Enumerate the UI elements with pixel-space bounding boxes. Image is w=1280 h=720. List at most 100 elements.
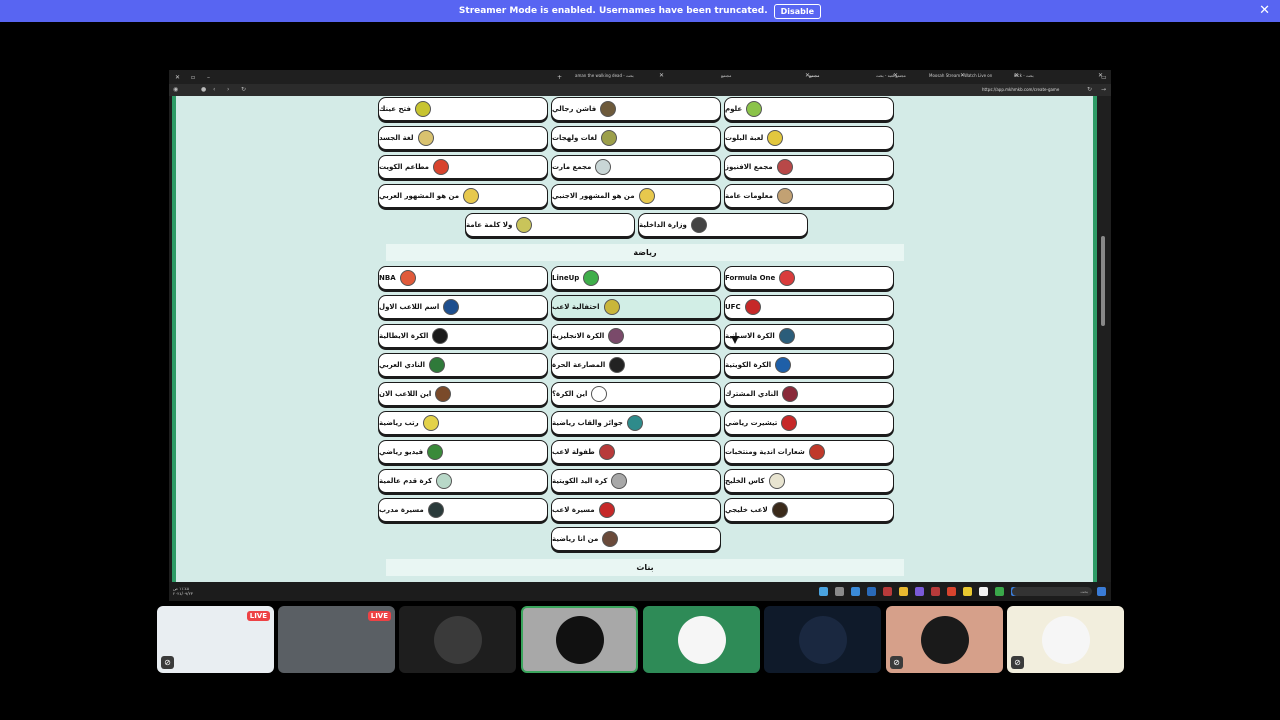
category-card[interactable]: فتح عينك: [378, 97, 548, 121]
browser-tab[interactable]: مجتمع: [721, 73, 791, 81]
banner-text: Streamer Mode is enabled. Usernames have…: [458, 6, 768, 16]
taskbar-app-icon[interactable]: [851, 587, 860, 596]
tab-close-icon[interactable]: ✕: [659, 72, 664, 79]
category-label: الكرة الايطالية: [379, 332, 429, 340]
minimize-icon[interactable]: –: [207, 74, 210, 81]
category-card[interactable]: NBA: [378, 266, 548, 290]
forward-icon[interactable]: ›: [227, 86, 229, 93]
category-card[interactable]: النادي المشترك: [724, 382, 894, 406]
browser-tab[interactable]: Moosah Stream - Watch Live on: [929, 73, 1009, 81]
category-card[interactable]: مسيرة لاعب: [551, 498, 721, 522]
avatar: [555, 615, 604, 664]
participant-tile[interactable]: [643, 606, 760, 673]
category-card[interactable]: الكرة الايطالية: [378, 324, 548, 348]
category-card[interactable]: علوم: [724, 97, 894, 121]
category-card[interactable]: مطاعم الكويت: [378, 155, 548, 179]
address-bar: ◉ ● ‹ › ↻ https://app.mkhmkb.com/create-…: [169, 84, 1111, 96]
category-card[interactable]: لغات ولهجات: [551, 126, 721, 150]
category-card[interactable]: كاس الخليج: [724, 469, 894, 493]
category-card[interactable]: تيشيرت رياضي: [724, 411, 894, 435]
participant-tile[interactable]: ⊘: [1007, 606, 1124, 673]
category-card[interactable]: لغة الجسد: [378, 126, 548, 150]
restore-icon[interactable]: ▫: [191, 74, 195, 81]
taskbar-app-icon[interactable]: [867, 587, 876, 596]
taskbar-app-icon[interactable]: [947, 587, 956, 596]
taskbar-app-icon[interactable]: [835, 587, 844, 596]
go-icon[interactable]: →: [1101, 86, 1106, 93]
category-label: اين الكرة؟: [552, 390, 588, 398]
browser-tab[interactable]: kick - بحث: [1014, 73, 1084, 81]
category-card[interactable]: احتفالية لاعب: [551, 295, 721, 319]
category-card[interactable]: كرة اليد الكويتية: [551, 469, 721, 493]
close-icon[interactable]: ✕: [1259, 3, 1270, 18]
back-icon[interactable]: ‹: [213, 86, 215, 93]
browser-tab[interactable]: مجتمع: [809, 73, 879, 81]
close-window-icon[interactable]: ✕: [175, 74, 180, 81]
taskbar-app-icon[interactable]: [915, 587, 924, 596]
profile-icon[interactable]: ●: [201, 86, 206, 93]
category-page: علوم فاشن رجالي فتح عينك لعبة البلوت لغات ول…: [172, 96, 1097, 582]
browser-tab[interactable]: aman the walking dead - بحث: [575, 73, 645, 81]
category-card[interactable]: النادي العربي: [378, 353, 548, 377]
participant-tile[interactable]: [521, 606, 638, 673]
taskbar-app-icon[interactable]: [931, 587, 940, 596]
clock-date: ٢٠٢٤/٠٩/٢٣: [173, 591, 193, 596]
category-card[interactable]: وزارة الداخلية: [638, 213, 808, 237]
nba-icon: [399, 270, 416, 286]
world-football-icon: [436, 473, 453, 489]
start-icon[interactable]: [1097, 587, 1106, 596]
participant-tile[interactable]: [399, 606, 516, 673]
category-card[interactable]: الكرة الكويتية: [724, 353, 894, 377]
taskbar-app-icon[interactable]: [979, 587, 988, 596]
category-card[interactable]: فيديو رياضي: [378, 440, 548, 464]
category-card[interactable]: اين الكرة؟: [551, 382, 721, 406]
category-label: معلومات عامة: [725, 192, 773, 200]
participant-tile[interactable]: LIVE: [278, 606, 395, 673]
category-card[interactable]: جوائز والقاب رياضية: [551, 411, 721, 435]
participant-tile[interactable]: LIVE ⊘: [157, 606, 274, 673]
category-card[interactable]: مجمع الافنيوز: [724, 155, 894, 179]
category-card[interactable]: الكرة الانجليزية: [551, 324, 721, 348]
new-tab-icon[interactable]: +: [557, 74, 562, 81]
category-card[interactable]: لاعب خليجي: [724, 498, 894, 522]
category-card[interactable]: Formula One: [724, 266, 894, 290]
category-card[interactable]: من هو المشهور الاجنبي: [551, 184, 721, 208]
disable-button[interactable]: Disable: [773, 3, 822, 19]
category-card[interactable]: كرة قدم عالمية: [378, 469, 548, 493]
taskbar-app-icon[interactable]: [963, 587, 972, 596]
taskbar-app-icon[interactable]: [883, 587, 892, 596]
category-card[interactable]: LineUp: [551, 266, 721, 290]
participant-tile[interactable]: ⊘: [886, 606, 1003, 673]
participant-tile[interactable]: [764, 606, 881, 673]
taskbar-app-icon[interactable]: [899, 587, 908, 596]
body-icon: [417, 130, 434, 146]
category-card[interactable]: المصارعة الحرة: [551, 353, 721, 377]
live-badge: LIVE: [367, 611, 391, 621]
category-card[interactable]: معلومات عامة: [724, 184, 894, 208]
window-close-icon[interactable]: ▭: [1101, 74, 1107, 81]
category-card[interactable]: UFC: [724, 295, 894, 319]
category-label: مجمع الافنيوز: [725, 163, 773, 171]
taskbar-search[interactable]: بحث: [1012, 587, 1092, 596]
category-card[interactable]: اين اللاعب الان: [378, 382, 548, 406]
category-card[interactable]: لعبة البلوت: [724, 126, 894, 150]
category-card[interactable]: من هو المشهور العربي: [378, 184, 548, 208]
extension-icon[interactable]: ◉: [173, 86, 178, 93]
category-card[interactable]: ولا كلمة عامة: [465, 213, 635, 237]
reload-icon[interactable]: ↻: [241, 86, 246, 93]
taskbar-app-icon[interactable]: [819, 587, 828, 596]
category-card[interactable]: الكرة الاسبانية: [724, 324, 894, 348]
category-card[interactable]: رتب رياضية: [378, 411, 548, 435]
category-card[interactable]: اسم اللاعب الاول: [378, 295, 548, 319]
taskbar-app-icon[interactable]: [995, 587, 1004, 596]
category-card[interactable]: طفولة لاعب: [551, 440, 721, 464]
category-card[interactable]: شعارات اندية ومنتخبات: [724, 440, 894, 464]
category-card[interactable]: فاشن رجالي: [551, 97, 721, 121]
category-card[interactable]: من انا رياضية: [551, 527, 721, 551]
url-field[interactable]: https://app.mkhmkb.com/create-game: [982, 87, 1059, 92]
category-card[interactable]: مجمع مارت: [551, 155, 721, 179]
scrollbar[interactable]: [1101, 236, 1105, 326]
spain-ball-icon: [778, 328, 795, 344]
refresh-icon[interactable]: ↻: [1087, 86, 1092, 93]
category-card[interactable]: مسيرة مدرب: [378, 498, 548, 522]
